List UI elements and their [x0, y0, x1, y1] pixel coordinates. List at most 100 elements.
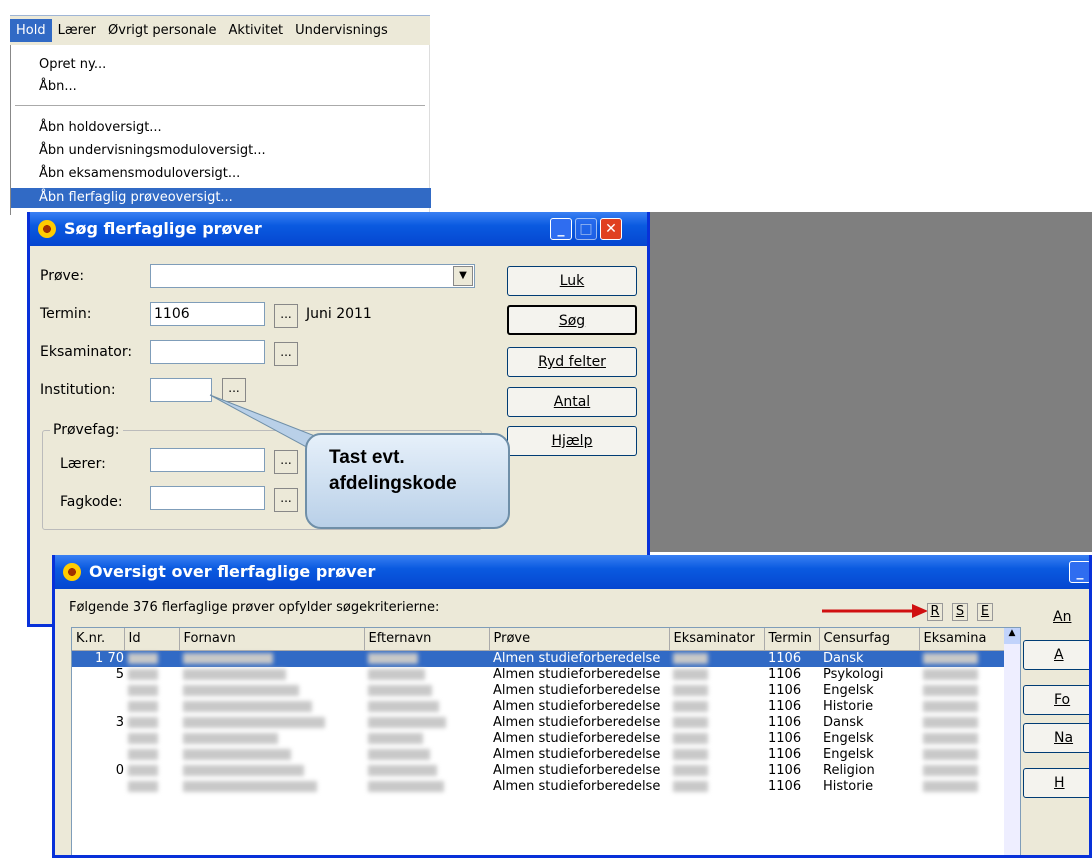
cell-knr: 5 — [115, 666, 124, 682]
cell-knr: 3 — [115, 714, 124, 730]
e-button[interactable]: E — [977, 603, 993, 621]
menu-item-holdoversigt[interactable]: Åbn holdoversigt... — [11, 118, 431, 138]
sog-button[interactable]: Søg — [507, 305, 637, 335]
s-button[interactable]: S — [952, 603, 968, 621]
blurred-cell — [919, 763, 1009, 779]
blurred-cell — [919, 747, 1009, 763]
result-table: K.nr. Id Fornavn Efternavn Prøve Eksaminator T… — [71, 627, 1021, 855]
cell-knr: 1 70 — [72, 650, 124, 667]
column-header[interactable]: K.nr. — [72, 628, 125, 651]
table-row[interactable]: Almen studieforberedelse 1106 Engelsk — [72, 683, 1009, 699]
table-row[interactable]: Almen studieforberedelse 1106 Engelsk — [72, 731, 1009, 747]
eksaminator-browse-button[interactable]: ... — [274, 342, 298, 366]
cell-fag: Dansk — [819, 650, 919, 667]
table-row[interactable]: Almen studieforberedelse 1106 Historie — [72, 779, 1009, 795]
blurred-cell — [669, 763, 764, 779]
blurred-cell — [124, 731, 179, 747]
side-button-h[interactable]: H — [1023, 768, 1089, 798]
prove-label: Prøve: — [40, 268, 85, 284]
menu-item-opret-ny[interactable]: Opret ny... — [11, 55, 431, 75]
blurred-cell — [669, 699, 764, 715]
ryd-felter-button[interactable]: Ryd felter — [507, 347, 637, 377]
chevron-up-icon[interactable]: ▲ — [1004, 628, 1020, 644]
menu-item-eksamensmoduloversigt[interactable]: Åbn eksamensmoduloversigt... — [11, 164, 431, 184]
maximize-icon: □ — [575, 218, 597, 240]
column-header[interactable]: Prøve — [489, 628, 670, 651]
fagkode-field[interactable] — [150, 486, 265, 510]
blurred-cell — [124, 699, 179, 715]
blurred-cell — [124, 715, 179, 731]
table-row[interactable]: 3 Almen studieforberedelse 1106 Dansk — [72, 715, 1009, 731]
cell-prove: Almen studieforberedelse — [493, 730, 661, 746]
menu-ovrigt-personale[interactable]: Øvrigt personale — [102, 19, 223, 42]
cell-knr — [72, 699, 124, 715]
antal-button[interactable]: Antal — [507, 387, 637, 417]
blurred-cell — [364, 779, 489, 795]
cell-termin: 1106 — [768, 666, 802, 682]
menu-hold[interactable]: Hold — [10, 19, 52, 42]
chevron-down-icon[interactable]: ▼ — [453, 266, 473, 286]
menu-laerer[interactable]: Lærer — [52, 19, 102, 42]
blurred-cell — [124, 747, 179, 763]
menu-item-undervisningsmoduloversigt[interactable]: Åbn undervisningsmoduloversigt... — [11, 141, 431, 161]
termin-description: Juni 2011 — [306, 306, 372, 322]
menu-undervisnings[interactable]: Undervisnings — [289, 19, 394, 42]
blurred-cell — [919, 731, 1009, 747]
table-row[interactable]: 5 Almen studieforberedelse 1106 Psykologi — [72, 667, 1009, 683]
menu-item-aabn[interactable]: Åbn... — [11, 77, 431, 97]
eksaminator-label: Eksaminator: — [40, 344, 133, 360]
search-dialog-titlebar: Søg flerfaglige prøver _ □ ✕ — [30, 212, 647, 246]
table-row[interactable]: 1 70 Almen studieforberedelse 1106 Dansk — [72, 650, 1009, 667]
menu-aktivitet[interactable]: Aktivitet — [223, 19, 290, 42]
cell-prove: Almen studieforberedelse — [493, 698, 661, 714]
column-header[interactable]: Id — [124, 628, 180, 651]
side-button-a[interactable]: A — [1023, 640, 1089, 670]
side-button-fo[interactable]: Fo — [1023, 685, 1089, 715]
close-icon[interactable]: ✕ — [600, 218, 622, 240]
r-button[interactable]: R — [927, 603, 943, 621]
cell-termin: 1106 — [768, 682, 802, 698]
minimize-icon[interactable]: _ — [550, 218, 572, 240]
termin-browse-button[interactable]: ... — [274, 304, 298, 328]
menu-item-flerfaglig-proveoversigt[interactable]: Åbn flerfaglig prøveoversigt... — [11, 188, 431, 208]
result-dialog-titlebar: Oversigt over flerfaglige prøver _ — [55, 555, 1089, 589]
blurred-cell — [179, 650, 364, 667]
blurred-cell — [669, 731, 764, 747]
cell-fag: Engelsk — [823, 746, 874, 762]
scrollbar[interactable]: ▲ — [1004, 628, 1020, 855]
cell-fag: Psykologi — [823, 666, 884, 682]
side-button-an[interactable]: An — [1023, 603, 1089, 633]
laerer-label: Lærer: — [60, 456, 106, 472]
table-row[interactable]: 0 Almen studieforberedelse 1106 Religion — [72, 763, 1009, 779]
minimize-icon[interactable]: _ — [1069, 561, 1089, 583]
eksaminator-field[interactable] — [150, 340, 265, 364]
callout-line-1: Tast evt. — [329, 447, 405, 468]
luk-button[interactable]: Luk — [507, 266, 637, 296]
blurred-cell — [364, 650, 489, 667]
cell-fag: Dansk — [823, 714, 864, 730]
side-button-na[interactable]: Na — [1023, 723, 1089, 753]
cell-termin: 1106 — [768, 698, 802, 714]
cell-fag: Historie — [823, 698, 874, 714]
hjaelp-button[interactable]: Hjælp — [507, 426, 637, 456]
column-header[interactable]: Termin — [764, 628, 820, 651]
cell-prove: Almen studieforberedelse — [493, 762, 661, 778]
termin-field[interactable]: 1106 — [150, 302, 265, 326]
menu-bar: Hold Lærer Øvrigt personale Aktivitet Un… — [10, 15, 430, 45]
cell-termin: 1106 — [768, 762, 802, 778]
fagkode-browse-button[interactable]: ... — [274, 488, 298, 512]
cell-prove: Almen studieforberedelse — [493, 666, 661, 682]
blurred-cell — [919, 650, 1009, 667]
column-header[interactable]: Eksamina — [919, 628, 1010, 651]
table-row[interactable]: Almen studieforberedelse 1106 Engelsk — [72, 747, 1009, 763]
blurred-cell — [919, 715, 1009, 731]
blurred-cell — [124, 683, 179, 699]
blurred-cell — [124, 763, 179, 779]
cell-termin: 1106 — [768, 714, 802, 730]
column-header[interactable]: Efternavn — [364, 628, 490, 651]
column-header[interactable]: Censurfag — [819, 628, 920, 651]
table-row[interactable]: Almen studieforberedelse 1106 Historie — [72, 699, 1009, 715]
column-header[interactable]: Fornavn — [179, 628, 365, 651]
prove-select[interactable]: ▼ — [150, 264, 475, 288]
column-header[interactable]: Eksaminator — [669, 628, 765, 651]
